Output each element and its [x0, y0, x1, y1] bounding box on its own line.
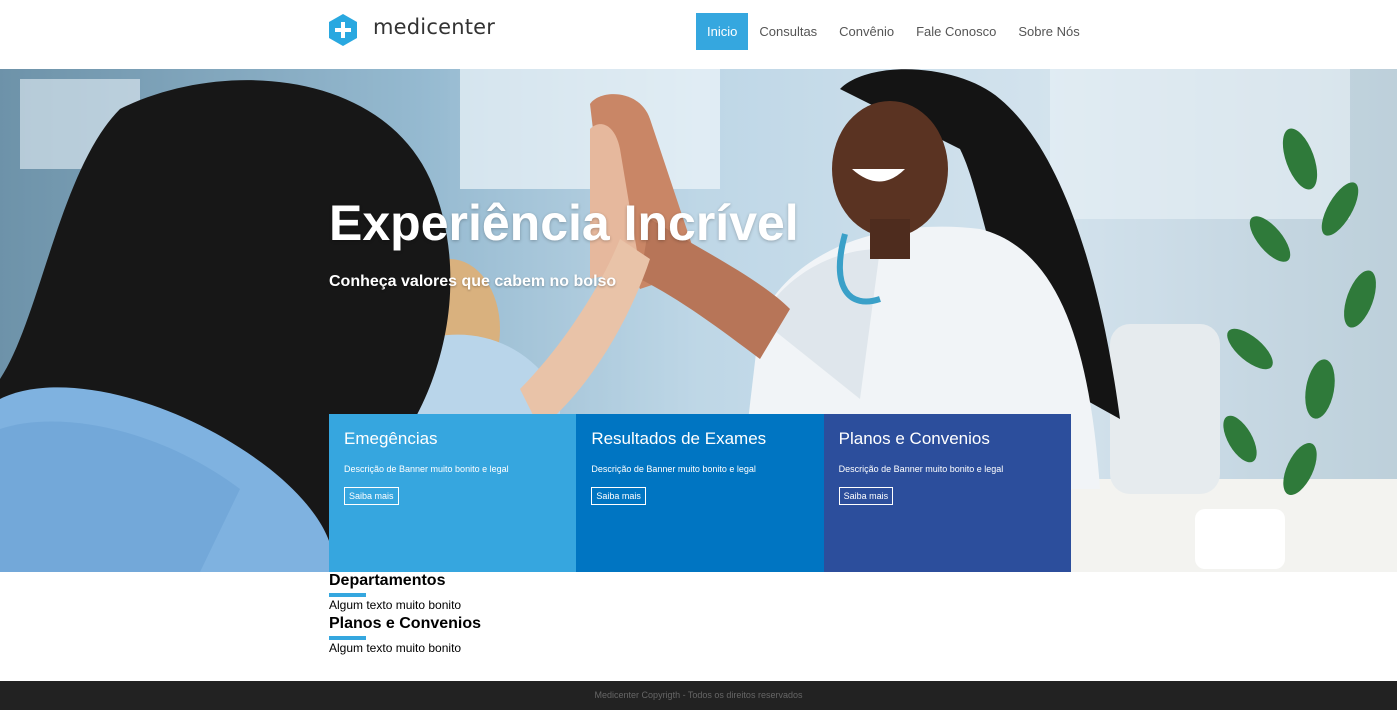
section-divider: [329, 593, 366, 597]
card-title: Resultados de Exames: [591, 429, 767, 448]
footer-copyright: Medicenter Copyrigth - Todos os direitos…: [594, 690, 803, 700]
card-title: Emegências: [344, 429, 438, 448]
hero-subtitle: Conheça valores que cabem no bolso: [329, 273, 617, 290]
nav-item-fale-conosco[interactable]: Fale Conosco: [905, 13, 1007, 50]
medical-cross-logo-icon: [329, 14, 357, 46]
card-emergencias: Emegências Descrição de Banner muito bon…: [329, 414, 577, 572]
section-title: Planos e Convenios: [329, 615, 482, 632]
saiba-mais-button[interactable]: Saiba mais: [838, 487, 894, 505]
card-description: Descrição de Banner muito bonito e legal: [344, 464, 509, 474]
saiba-mais-button[interactable]: Saiba mais: [344, 487, 399, 505]
section-text: Algum texto muito bonito: [329, 598, 462, 612]
section-text: Algum texto muito bonito: [329, 641, 462, 655]
nav-item-inicio[interactable]: Inicio: [696, 13, 749, 50]
site-header: medicenter Inicio Consultas Convênio Fal…: [0, 0, 1397, 69]
card-description: Descrição de Banner muito bonito e legal: [591, 464, 756, 474]
hero-banner: Experiência Incrível Conheça valores que…: [0, 69, 1397, 572]
card-description: Descrição de Banner muito bonito e legal: [838, 464, 1004, 474]
card-resultados-exames: Resultados de Exames Descrição de Banner…: [576, 414, 824, 572]
card-title: Planos e Convenios: [838, 429, 990, 448]
section-departamentos: Departamentos Algum texto muito bonito: [329, 572, 461, 612]
main-nav: Inicio Consultas Convênio Fale Conosco S…: [696, 13, 1091, 50]
nav-item-sobre-nos[interactable]: Sobre Nós: [1007, 13, 1090, 50]
hero-title: Experiência Incrível: [329, 195, 799, 251]
nav-item-convenio[interactable]: Convênio: [828, 13, 905, 50]
card-planos-convenios: Planos e Convenios Descrição de Banner m…: [823, 414, 1071, 572]
nav-item-consultas[interactable]: Consultas: [748, 13, 828, 50]
logo-text: medicenter: [373, 15, 496, 39]
section-planos-convenios: Planos e Convenios Algum texto muito bon…: [329, 615, 481, 655]
logo[interactable]: medicenter: [329, 14, 495, 46]
site-footer: Medicenter Copyrigth - Todos os direitos…: [0, 681, 1397, 710]
feature-cards: Emegências Descrição de Banner muito bon…: [329, 414, 1071, 572]
section-divider: [329, 636, 366, 640]
section-title: Departamentos: [329, 572, 446, 589]
saiba-mais-button[interactable]: Saiba mais: [591, 487, 646, 505]
